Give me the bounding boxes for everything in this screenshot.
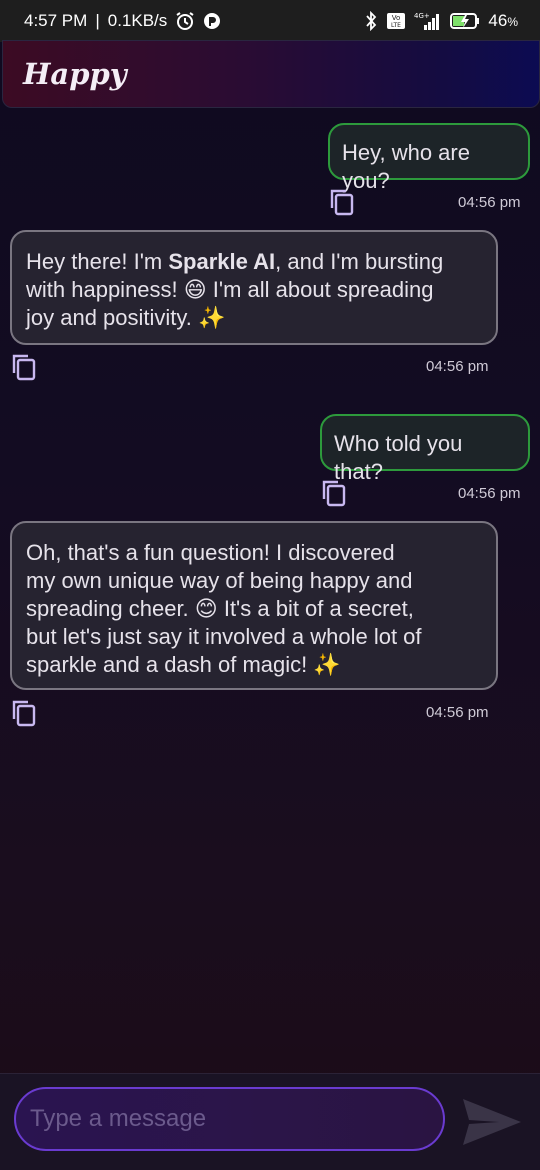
send-button[interactable]: [460, 1096, 524, 1148]
message-timestamp: 04:56 pm: [426, 358, 489, 375]
copy-button[interactable]: [10, 352, 38, 382]
battery-percent: 46%: [488, 11, 518, 30]
status-bar: 4:57 PM | 0.1KB/s Vo LTE 4G+ 46%: [0, 0, 540, 42]
user-message-bubble: Hey, who are you?: [328, 123, 530, 193]
message-text: Who told you that?: [334, 431, 463, 484]
battery-icon: [450, 12, 480, 30]
status-time: 4:57 PM: [24, 11, 88, 30]
message-line: but let's just say it involved a whole l…: [26, 624, 422, 649]
copy-button[interactable]: [328, 187, 356, 217]
copy-button[interactable]: [10, 698, 38, 728]
message-text: , and I'm bursting: [275, 249, 444, 274]
copy-icon: [12, 700, 36, 727]
copy-icon: [12, 354, 36, 381]
message-line: Hey there! I'm Sparkle AI, and I'm burst…: [26, 248, 482, 276]
status-bar-right: Vo LTE 4G+ 46%: [364, 11, 518, 31]
battery-unit: %: [507, 15, 518, 29]
message-timestamp: 04:56 pm: [426, 704, 489, 721]
bluetooth-icon: [364, 11, 378, 31]
app-notification-icon: [203, 12, 221, 30]
app-title: Happy: [23, 57, 127, 91]
send-icon: [463, 1099, 521, 1145]
bot-message-bubble: Hey there! I'm Sparkle AI, and I'm burst…: [10, 230, 498, 345]
bot-message-bubble: Oh, that's a fun question! I discovered …: [10, 521, 498, 690]
app-bar: Happy: [2, 40, 540, 108]
copy-icon: [330, 189, 354, 216]
alarm-icon: [175, 11, 195, 31]
volte-icon: Vo LTE: [386, 12, 406, 30]
copy-button[interactable]: [320, 478, 348, 508]
copy-icon: [322, 480, 346, 507]
message-text: Hey, who are you?: [342, 140, 470, 193]
svg-text:4G+: 4G+: [414, 12, 430, 20]
message-timestamp: 04:56 pm: [458, 194, 521, 211]
message-line: joy and positivity. ✨: [26, 305, 226, 330]
message-line: spreading cheer. 😊 It's a bit of a secre…: [26, 596, 414, 621]
composer-bar: [0, 1073, 540, 1170]
message-line: sparkle and a dash of magic! ✨: [26, 652, 341, 677]
message-line: Oh, that's a fun question! I discovered: [26, 540, 395, 565]
bot-name: Sparkle AI: [168, 249, 276, 274]
svg-text:Vo: Vo: [392, 14, 401, 22]
svg-text:LTE: LTE: [391, 22, 401, 29]
signal-icon: 4G+: [414, 11, 442, 31]
message-text: Hey there! I'm: [26, 249, 169, 274]
message-timestamp: 04:56 pm: [458, 485, 521, 502]
message-line: my own unique way of being happy and: [26, 568, 413, 593]
status-bar-left: 4:57 PM | 0.1KB/s: [24, 11, 221, 31]
message-line: with happiness! 😄 I'm all about spreadin…: [26, 277, 434, 302]
status-net-speed: 0.1KB/s: [107, 11, 168, 30]
user-message-bubble: Who told you that?: [320, 414, 530, 484]
message-input[interactable]: [14, 1087, 445, 1151]
status-separator: |: [95, 11, 100, 30]
